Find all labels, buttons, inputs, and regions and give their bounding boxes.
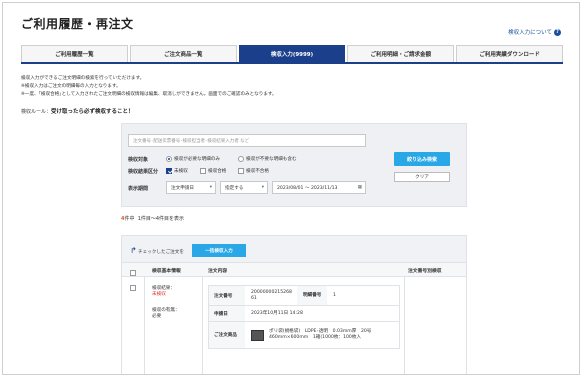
search-input[interactable]: 注文番号･配送伝票番号･検収担当者･検収結果入力者 など <box>128 134 366 147</box>
bulk-hint: チェックしたご注文を <box>138 250 184 255</box>
corner-arrow-icon: ↱ <box>130 246 137 255</box>
column-divider <box>404 277 405 374</box>
note-line: ※一度、｢検収合格｣として入力されたご注文明細の検収情報は編集、取消しができませ… <box>21 92 277 97</box>
product-image[interactable] <box>251 329 264 341</box>
result-count-unit: 件中 <box>124 216 135 222</box>
result-value: 未検収 <box>152 292 166 297</box>
page-title: ご利用履歴・再注文 <box>21 17 134 31</box>
order-no-cell: 20000000215268 61 明細番号 1 <box>245 286 399 305</box>
tab-ordered-items[interactable]: ご注文商品一覧 <box>129 45 237 62</box>
line-no-value: 1 <box>333 292 336 298</box>
tab-bar: ご利用履歴一覧 ご注文商品一覧 検収入力(9999) ご利用明細・ご請求金額 ご… <box>21 45 563 64</box>
order-no-label: 注文番号 <box>209 286 245 305</box>
header-order-inspection: 注文番号別検収 <box>408 269 442 274</box>
result-count: 4件中 1件目～4件目を表示 <box>121 215 184 222</box>
order-detail: 注文番号 20000000215268 61 明細番号 1 申請日 2023年1… <box>208 285 400 349</box>
order-no-value: 20000000215268 61 <box>251 289 292 301</box>
required-value: 必要 <box>152 314 162 319</box>
bulk-action-bar: ↱ チェックしたご注文を 一括検収入力 <box>122 236 466 263</box>
result-option-label: 未検収 <box>174 169 188 174</box>
notes: 検収入力ができるご注文明細の検索を行っていただけます。 ※検収入力はご注文の明細… <box>21 75 277 99</box>
filter-search-button[interactable]: 絞り込み検索 <box>394 152 450 166</box>
search-panel: 注文番号･配送伝票番号･検収担当者･検収結果入力者 など 検収対象 検収が必要な… <box>121 123 467 207</box>
product-label: ご注文商品 <box>209 322 245 348</box>
question-icon[interactable]: ? <box>554 28 561 36</box>
target-option-required[interactable]: 検収が必要な明細のみ <box>166 156 220 162</box>
inspection-required: 検収の有無： 必要 <box>152 307 180 319</box>
search-placeholder: 注文番号･配送伝票番号･検収担当者･検収結果入力者 など <box>133 138 250 144</box>
detail-row-order: 注文番号 20000000215268 61 明細番号 1 <box>209 286 399 306</box>
rule-prefix: 検収ルール： <box>21 109 52 115</box>
tab-usage-details[interactable]: ご利用明細・ご請求金額 <box>347 45 455 62</box>
target-option-label: 検収が必要な明細のみ <box>174 157 220 162</box>
result-option-label: 検収合格 <box>208 169 227 174</box>
checkbox-icon[interactable] <box>238 168 244 174</box>
product-cell: ポリ袋(規格袋) LDPE･透明 0.03mm厚 20号 460mm×600mm… <box>245 322 399 348</box>
line-no-label: 明細番号 <box>297 286 327 305</box>
checkbox-checked-icon[interactable] <box>166 168 172 174</box>
clear-button[interactable]: クリア <box>394 172 450 182</box>
tab-inspection-input[interactable]: 検収入力(9999) <box>238 45 346 62</box>
inspection-result: 検収結果： 未検収 <box>152 285 175 297</box>
product-value[interactable]: ポリ袋(規格袋) LDPE･透明 0.03mm厚 20号 460mm×600mm… <box>269 329 399 341</box>
inspection-table: ↱ チェックしたご注文を 一括検収入力 検収基本情報 注文内容 注文番号別検収 … <box>121 235 467 374</box>
period-type-select[interactable]: 注文申請日 ▾ <box>166 181 216 194</box>
period-label: 表示期間 <box>128 186 149 192</box>
radio-selected-icon[interactable] <box>166 156 172 162</box>
result-option-label: 検収不合格 <box>246 169 269 174</box>
column-divider <box>144 277 145 374</box>
result-label: 検収結果区分 <box>128 169 159 175</box>
detail-row-date: 申請日 2023年10月11日 14:28 <box>209 306 399 322</box>
note-line: ※検収入力はご注文の明細毎の入力となります。 <box>21 84 121 89</box>
result-count-range: 1件目～4件目を表示 <box>137 216 185 222</box>
period-type-value: 注文申請日 <box>171 185 194 191</box>
help-link-label[interactable]: 検収入力について <box>508 28 552 36</box>
result-option-uninspected[interactable]: 未検収 <box>166 168 188 174</box>
date-label: 申請日 <box>209 306 245 321</box>
page-frame: ご利用履歴・再注文 検収入力について ? ご利用履歴一覧 ご注文商品一覧 検収入… <box>2 2 580 375</box>
date-range-value: 2023/08/01 ～ 2023/11/13 <box>277 185 338 191</box>
row-checkbox[interactable] <box>130 285 136 291</box>
chevron-down-icon: ▾ <box>209 185 212 190</box>
note-line: 検収入力ができるご注文明細の検索を行っていただけます。 <box>21 76 145 81</box>
table-header: 検収基本情報 注文内容 注文番号別検収 <box>122 263 466 277</box>
result-option-failed[interactable]: 検収不合格 <box>238 168 269 174</box>
bulk-inspect-button[interactable]: 一括検収入力 <box>192 244 246 257</box>
tab-usage-history[interactable]: ご利用履歴一覧 <box>21 45 128 62</box>
header-order-content: 注文内容 <box>208 269 228 274</box>
target-option-all[interactable]: 検収が不要な明細も含む <box>238 156 297 162</box>
date-value: 2023年10月11日 14:28 <box>251 310 303 316</box>
period-mode-select[interactable]: 指定する ▾ <box>220 181 268 194</box>
select-all-checkbox[interactable] <box>130 270 136 276</box>
header-basic-info: 検収基本情報 <box>152 269 181 274</box>
checkbox-icon[interactable] <box>200 168 206 174</box>
date-range-field[interactable]: 2023/08/01 ～ 2023/11/13 ▦ <box>272 181 366 194</box>
chevron-down-icon: ▾ <box>261 185 264 190</box>
radio-icon[interactable] <box>238 156 244 162</box>
column-divider <box>202 277 203 374</box>
target-option-label: 検収が不要な明細も含む <box>246 157 297 162</box>
help-link[interactable]: 検収入力について ? <box>508 28 561 36</box>
inspection-rule: 検収ルール：受け取ったら必ず検収すること！ <box>21 107 134 115</box>
detail-row-product: ご注文商品 ポリ袋(規格袋) LDPE･透明 0.03mm厚 20号 460mm… <box>209 322 399 348</box>
tab-usage-download[interactable]: ご利用実績ダウンロード <box>456 45 563 62</box>
rule-text: 受け取ったら必ず検収すること！ <box>51 109 134 115</box>
table-row: 検収結果： 未検収 検収の有無： 必要 注文番号 20000000215268 … <box>122 277 466 374</box>
target-label: 検収対象 <box>128 157 149 163</box>
calendar-icon[interactable]: ▦ <box>358 185 362 190</box>
period-mode-value: 指定する <box>225 185 244 191</box>
result-option-passed[interactable]: 検収合格 <box>200 168 226 174</box>
